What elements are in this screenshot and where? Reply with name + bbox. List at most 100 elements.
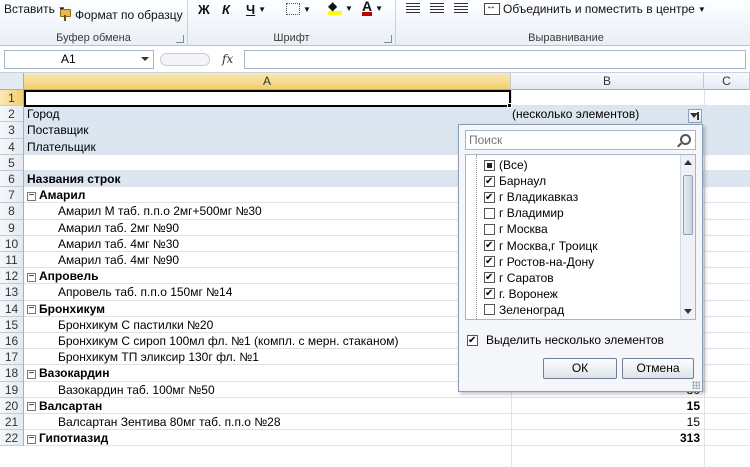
filter-list-item[interactable]: г. Воронеж: [484, 286, 558, 302]
filter-item-checkbox[interactable]: [484, 256, 495, 268]
collapse-minus-icon[interactable]: −: [27, 190, 36, 201]
filter-item-checkbox[interactable]: [484, 272, 495, 284]
cell-a[interactable]: Бронхикум ТП эликсир 130г фл. №1: [58, 349, 259, 365]
row-header[interactable]: 7: [0, 187, 24, 204]
cell-a[interactable]: − Апровель: [27, 268, 98, 284]
underline-button[interactable]: Ч ▼: [246, 2, 266, 17]
row-header[interactable]: 10: [0, 235, 24, 252]
filter-list-item[interactable]: г Москва,г Троицк: [484, 238, 598, 254]
cell-a[interactable]: − Гипотиазид: [27, 430, 108, 446]
ok-button[interactable]: ОК: [543, 358, 617, 379]
insert-function-icon[interactable]: fx: [222, 52, 233, 66]
row-header[interactable]: 8: [0, 203, 24, 220]
align-right-button[interactable]: [454, 3, 468, 15]
scroll-thumb[interactable]: [683, 175, 693, 235]
cell-a[interactable]: Названия строк: [27, 171, 121, 187]
align-center-button[interactable]: [430, 3, 444, 15]
formula-bar-splitter[interactable]: [160, 53, 210, 66]
filter-list-item[interactable]: Зеленоград: [484, 302, 564, 318]
cell-a[interactable]: Амарил таб. 4мг №90: [58, 252, 179, 268]
scroll-down-icon[interactable]: [684, 309, 692, 314]
row-header[interactable]: 15: [0, 316, 24, 333]
filter-item-checkbox[interactable]: [484, 304, 495, 316]
cell-b[interactable]: 15: [513, 398, 700, 414]
fill-handle[interactable]: [507, 103, 512, 108]
cell-a[interactable]: Город: [27, 106, 59, 122]
collapse-minus-icon[interactable]: −: [27, 368, 36, 379]
cancel-button[interactable]: Отмена: [622, 358, 694, 379]
cell-b[interactable]: [513, 90, 700, 106]
cell-b[interactable]: 15: [513, 414, 700, 430]
cell-a[interactable]: Поставщик: [27, 122, 89, 138]
borders-button[interactable]: ▼: [286, 3, 311, 15]
fill-color-button[interactable]: ◆ ▼: [328, 0, 353, 15]
row-header[interactable]: 12: [0, 268, 24, 285]
filter-search-box[interactable]: [465, 130, 696, 150]
resize-grip[interactable]: [692, 381, 700, 389]
filter-item-checkbox[interactable]: [484, 159, 495, 171]
row-header[interactable]: 17: [0, 349, 24, 366]
cell-a[interactable]: Амарил М таб. п.п.о 2мг+500мг №30: [58, 203, 262, 219]
dialog-launcher-icon[interactable]: [176, 35, 184, 43]
cell-b[interactable]: 313: [513, 430, 700, 446]
row-header[interactable]: 22: [0, 430, 24, 447]
cell-a[interactable]: Амарил таб. 4мг №30: [58, 236, 179, 252]
row-header[interactable]: 9: [0, 219, 24, 236]
bold-button[interactable]: Ж: [198, 2, 210, 17]
row-header[interactable]: 4: [0, 138, 24, 155]
filter-item-checkbox[interactable]: [484, 207, 495, 219]
collapse-minus-icon[interactable]: −: [27, 401, 36, 412]
merge-center-button[interactable]: Объединить и поместить в центре ▼: [484, 1, 706, 16]
column-header-a[interactable]: A: [24, 73, 511, 90]
row-header[interactable]: 18: [0, 365, 24, 382]
filter-list-item[interactable]: г Ростов-на-Дону: [484, 254, 594, 270]
filter-item-checkbox[interactable]: [484, 175, 495, 187]
chevron-down-icon[interactable]: [141, 57, 149, 61]
filter-list-scrollbar[interactable]: [680, 155, 695, 319]
name-box[interactable]: A1: [4, 50, 154, 69]
filter-item-checkbox[interactable]: [484, 223, 495, 235]
align-left-button[interactable]: [406, 3, 420, 15]
filter-list-item[interactable]: г Саратов: [484, 270, 554, 286]
row-header[interactable]: 6: [0, 171, 24, 188]
formula-input[interactable]: [244, 50, 746, 69]
column-header-c[interactable]: C: [704, 73, 750, 90]
font-color-button[interactable]: A ▼: [362, 0, 383, 16]
filter-item-checkbox[interactable]: [484, 191, 495, 203]
cell-a[interactable]: Бронхикум С сироп 100мл фл. №1 (компл. с…: [58, 333, 399, 349]
select-all-corner[interactable]: [0, 73, 24, 90]
filter-list-item[interactable]: Барнаул: [484, 173, 546, 189]
cell-a[interactable]: Амарил таб. 2мг №90: [58, 220, 179, 236]
row-header[interactable]: 19: [0, 381, 24, 398]
row-header[interactable]: 14: [0, 300, 24, 317]
multi-select-option[interactable]: Выделить несколько элементов: [467, 333, 664, 347]
row-header[interactable]: 5: [0, 154, 24, 171]
filter-list-item[interactable]: (Все): [484, 157, 528, 173]
filter-dropdown-icon[interactable]: [688, 109, 702, 123]
search-icon[interactable]: [680, 134, 691, 145]
collapse-minus-icon[interactable]: −: [27, 433, 36, 444]
row-header[interactable]: 1: [0, 90, 24, 107]
format-painter-button[interactable]: Формат по образцу: [58, 8, 183, 22]
cell-a[interactable]: Бронхикум С пастилки №20: [58, 317, 213, 333]
cell-a[interactable]: − Вазокардин: [27, 365, 109, 381]
cell-a[interactable]: Валсартан Зентива 80мг таб. п.п.о №28: [58, 414, 281, 430]
filter-list-item[interactable]: г Владикавказ: [484, 189, 578, 205]
row-header[interactable]: 20: [0, 397, 24, 414]
row-header[interactable]: 3: [0, 122, 24, 139]
cell-a[interactable]: Плательщик: [27, 139, 96, 155]
cell-a[interactable]: − Амарил: [27, 187, 85, 203]
cell-a[interactable]: − Бронхикум: [27, 301, 105, 317]
multi-select-checkbox[interactable]: [467, 334, 478, 346]
row-header[interactable]: 11: [0, 252, 24, 269]
filter-search-input[interactable]: [466, 131, 666, 149]
column-header-b[interactable]: B: [511, 73, 704, 90]
cell-a[interactable]: − Валсартан: [27, 398, 102, 414]
row-header[interactable]: 21: [0, 414, 24, 431]
filter-item-checkbox[interactable]: [484, 240, 495, 251]
collapse-minus-icon[interactable]: −: [27, 303, 36, 314]
cell-a[interactable]: Вазокардин таб. 100мг №50: [58, 382, 215, 398]
row-header[interactable]: 13: [0, 284, 24, 301]
cell-a[interactable]: Апровель таб. п.п.о 150мг №14: [58, 284, 232, 300]
row-header[interactable]: 16: [0, 333, 24, 350]
